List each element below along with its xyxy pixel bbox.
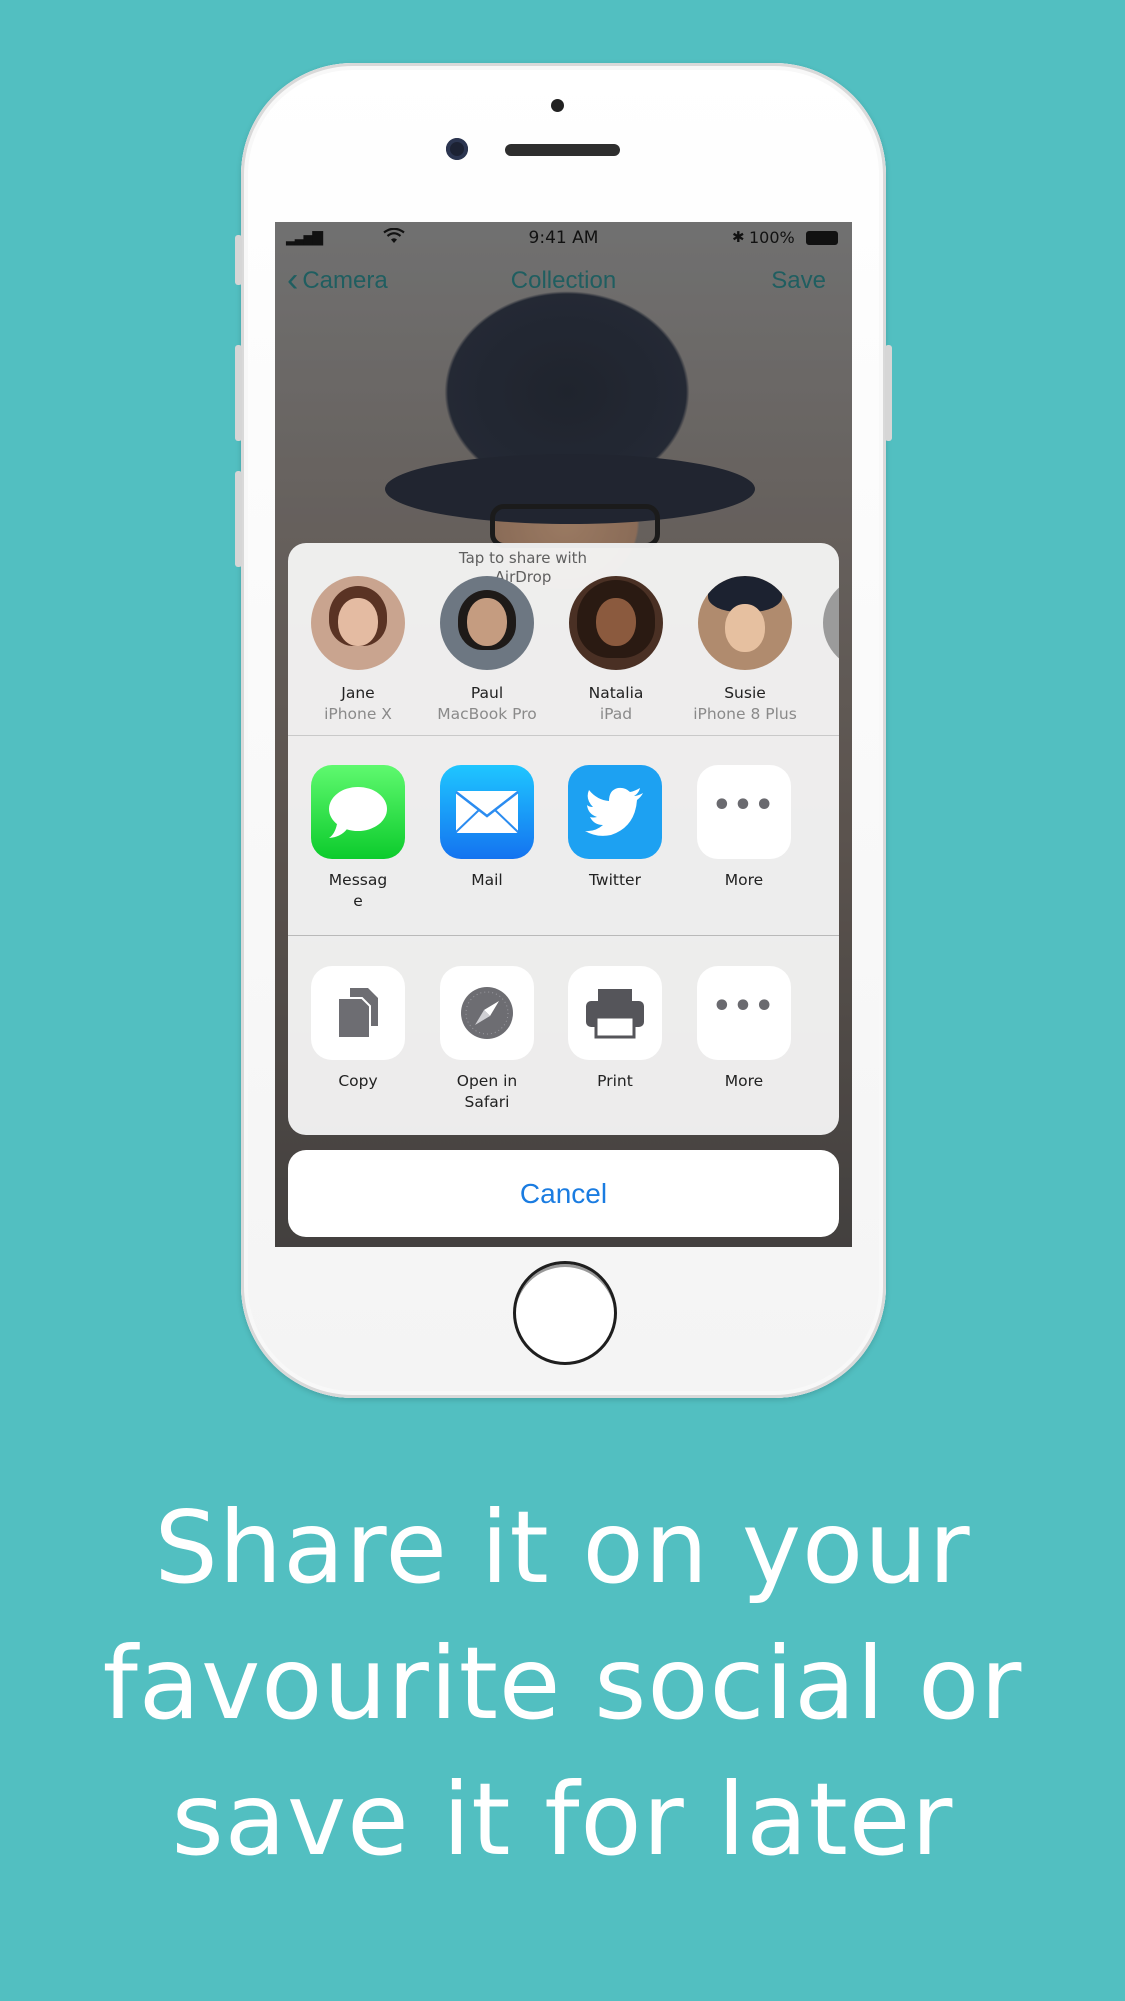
- airdrop-person-natalia[interactable]: Natalia iPad: [551, 576, 681, 723]
- app-label: Twitter: [589, 871, 641, 889]
- airdrop-person-susie[interactable]: Susie iPhone 8 Plus: [680, 576, 810, 723]
- action-more[interactable]: ••• More: [689, 966, 799, 1092]
- twitter-icon: [568, 765, 662, 859]
- share-app-more[interactable]: ••• More: [689, 765, 799, 891]
- action-print[interactable]: Print: [560, 966, 670, 1092]
- share-app-twitter[interactable]: Twitter: [560, 765, 670, 891]
- avatar: [698, 576, 792, 670]
- app-label: More: [724, 871, 764, 889]
- actions-row: Copy Open in Safari Print ••• More: [288, 936, 839, 1135]
- mail-icon: [440, 765, 534, 859]
- app-label: Copy: [338, 1072, 378, 1090]
- volume-down-button: [235, 471, 242, 567]
- airdrop-row: Tap to share with AirDrop Jane iPhone X …: [288, 543, 839, 736]
- bluetooth-icon: ✱: [732, 228, 745, 246]
- person-device: iPhone X: [324, 705, 392, 723]
- avatar: [569, 576, 663, 670]
- app-label: Mail: [471, 871, 503, 889]
- more-icon: •••: [697, 966, 791, 1060]
- more-icon: •••: [697, 765, 791, 859]
- front-camera: [446, 138, 468, 160]
- action-open-in-safari[interactable]: Open in Safari: [432, 966, 542, 1113]
- save-button[interactable]: Save: [771, 267, 826, 295]
- share-app-messages[interactable]: Messag e: [303, 765, 413, 912]
- person-name: Natalia: [588, 684, 644, 702]
- caption-line-1: Share it on your: [154, 1489, 971, 1606]
- battery-icon: [806, 231, 838, 245]
- battery-percent: 100%: [749, 228, 795, 247]
- marketing-caption: Share it on your favourite social or sav…: [0, 1480, 1125, 1888]
- share-app-mail[interactable]: Mail: [432, 765, 542, 891]
- app-label: Open in Safari: [456, 1072, 518, 1111]
- navigation-bar: ‹ Camera Collection Save: [275, 263, 852, 307]
- person-device: iPhone 8 Plus: [693, 705, 797, 723]
- caption-line-2: favourite social or: [102, 1625, 1023, 1742]
- phone-screen: ▂▃▅▇ 9:41 AM ✱ 100% ‹ Camera Collection …: [275, 222, 852, 1247]
- avatar: [440, 576, 534, 670]
- proximity-sensor: [551, 99, 564, 112]
- person-name: Paul: [470, 684, 504, 702]
- person-name: Susie: [724, 684, 766, 702]
- avatar: [823, 576, 839, 670]
- cancel-button[interactable]: Cancel: [288, 1150, 839, 1237]
- app-label: More: [724, 1072, 764, 1090]
- home-button[interactable]: [513, 1261, 617, 1365]
- share-apps-row: Messag e Mail Twitter ••• More: [288, 735, 839, 936]
- volume-up-button: [235, 345, 242, 441]
- person-device: MacBook Pro: [437, 705, 537, 723]
- airdrop-person-jane[interactable]: Jane iPhone X: [293, 576, 423, 723]
- safari-icon: [440, 966, 534, 1060]
- messages-icon: [311, 765, 405, 859]
- share-sheet: Tap to share with AirDrop Jane iPhone X …: [288, 543, 839, 1135]
- print-icon: [568, 966, 662, 1060]
- app-label: Print: [597, 1072, 633, 1090]
- app-label: Messag e: [328, 871, 388, 910]
- power-button: [885, 345, 892, 441]
- person-device: iPad: [599, 705, 633, 723]
- action-copy[interactable]: Copy: [303, 966, 413, 1092]
- nav-title: Collection: [510, 267, 617, 294]
- copy-icon: [311, 966, 405, 1060]
- avatar: [311, 576, 405, 670]
- mute-switch: [235, 235, 242, 285]
- caption-line-3: save it for later: [171, 1761, 954, 1878]
- airdrop-person-paul[interactable]: Paul MacBook Pro: [422, 576, 552, 723]
- person-name: Jane: [341, 684, 375, 702]
- status-bar: ▂▃▅▇ 9:41 AM ✱ 100%: [275, 222, 852, 252]
- airdrop-person-partial[interactable]: [813, 576, 839, 670]
- earpiece-speaker: [505, 144, 620, 156]
